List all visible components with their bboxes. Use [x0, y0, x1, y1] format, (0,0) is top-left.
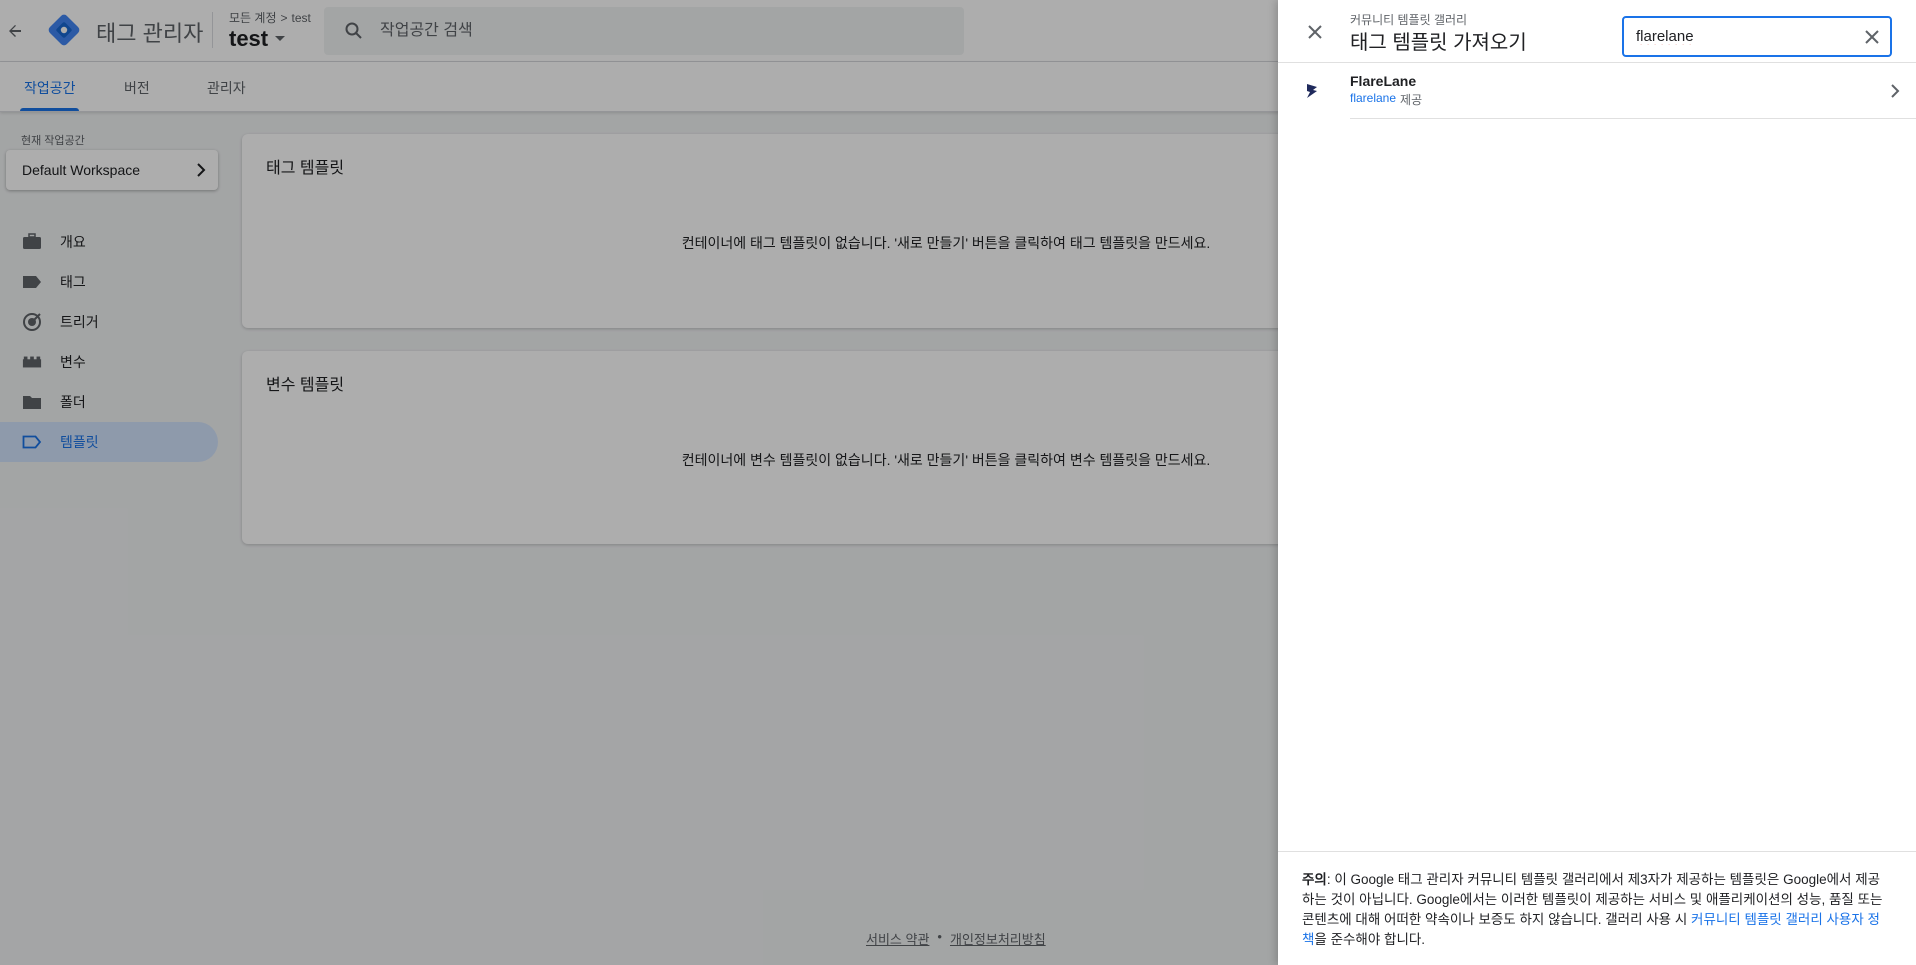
- notice-tail: 을 준수해야 합니다.: [1314, 932, 1426, 947]
- template-publisher: flarelane 제공: [1350, 91, 1422, 108]
- notice-label: 주의: [1302, 872, 1327, 887]
- template-name: FlareLane: [1350, 73, 1417, 89]
- publisher-suffix: 제공: [1400, 93, 1423, 107]
- close-icon[interactable]: [1302, 19, 1328, 45]
- publisher-link[interactable]: flarelane: [1350, 91, 1396, 108]
- template-gallery-panel: 커뮤니티 템플릿 갤러리 태그 템플릿 가져오기 FlareLane flare…: [1278, 0, 1916, 965]
- clear-search-icon[interactable]: [1862, 27, 1882, 47]
- gallery-search-input[interactable]: [1636, 28, 1846, 45]
- gallery-notice: 주의: 이 Google 태그 관리자 커뮤니티 템플릿 갤러리에서 제3자가 …: [1278, 851, 1916, 965]
- list-item[interactable]: FlareLane flarelane 제공: [1278, 64, 1916, 119]
- panel-title: 태그 템플릿 가져오기: [1350, 32, 1527, 54]
- divider: [1350, 118, 1916, 119]
- panel-header: 커뮤니티 템플릿 갤러리 태그 템플릿 가져오기: [1278, 0, 1916, 63]
- chevron-right-icon: [1885, 81, 1905, 101]
- gallery-search-box[interactable]: [1622, 16, 1892, 57]
- flarelane-logo-icon: [1304, 82, 1320, 100]
